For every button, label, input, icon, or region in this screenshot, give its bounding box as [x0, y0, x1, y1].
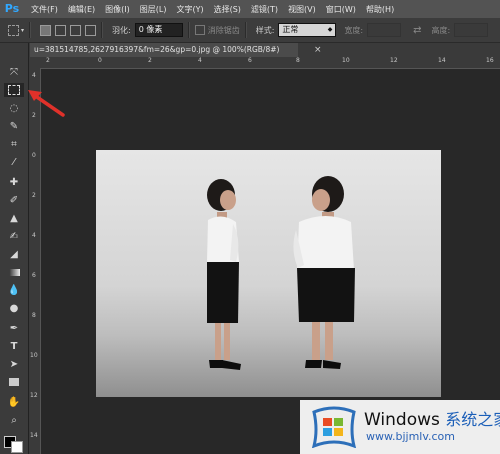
height-label: 高度: — [431, 25, 451, 35]
close-icon[interactable]: × — [314, 43, 322, 57]
ruler-label: 2 — [46, 57, 50, 64]
ruler-label: 2 — [148, 57, 152, 64]
ruler-label: 6 — [32, 272, 36, 279]
menu-type[interactable]: 文字(Y) — [176, 4, 203, 15]
ruler-label: 0 — [98, 57, 102, 64]
add-selection-icon[interactable] — [55, 24, 67, 36]
path-select-icon[interactable]: ➤ — [4, 357, 24, 371]
ruler-label: 4 — [198, 57, 202, 64]
feather-input[interactable]: 0 像素 — [134, 23, 183, 37]
divider — [29, 22, 32, 38]
document-tab[interactable]: u=381514785,2627916397&fm=26&gp=0.jpg @ … — [30, 43, 298, 57]
watermark-url: www.bjjmlv.com — [366, 430, 455, 443]
ruler-label: 6 — [248, 57, 252, 64]
gradient-icon[interactable] — [4, 265, 24, 279]
blur-icon[interactable]: 💧 — [4, 283, 24, 297]
ruler-label: 12 — [30, 392, 38, 399]
ruler-label: 8 — [32, 312, 36, 319]
chevron-down-icon[interactable]: ▾ — [21, 27, 24, 34]
background-color-swatch[interactable] — [11, 441, 23, 453]
rect-marquee-icon[interactable] — [4, 83, 24, 97]
ruler-label: 14 — [30, 432, 38, 439]
history-brush-icon[interactable]: ✍ — [4, 229, 24, 243]
brush-icon[interactable]: ✐ — [4, 193, 24, 207]
move-icon[interactable]: ⤧ — [4, 65, 24, 79]
antialias-label: 消除锯齿 — [207, 25, 240, 35]
hand-icon[interactable]: ✋ — [4, 395, 24, 409]
eyedropper-icon[interactable]: ⁄ — [4, 155, 24, 169]
style-value: 正常 — [282, 25, 299, 34]
ruler-label: 10 — [30, 352, 38, 359]
menu-help[interactable]: 帮助(H) — [366, 4, 394, 15]
divider — [101, 22, 104, 38]
document-tab-bar: u=381514785,2627916397&fm=26&gp=0.jpg @ … — [29, 43, 500, 57]
width-label: 宽度: — [344, 25, 364, 35]
type-icon[interactable]: T — [4, 339, 24, 353]
watermark-title-cn: 系统之家 — [445, 410, 500, 429]
swap-icon[interactable]: ⇄ — [413, 25, 421, 36]
dodge-icon[interactable]: ● — [4, 301, 24, 315]
menu-bar: Ps 文件(F) 编辑(E) 图像(I) 图层(L) 文字(Y) 选择(S) 滤… — [0, 0, 500, 18]
stamp-icon[interactable]: ▲ — [4, 211, 24, 225]
photoshop-logo: Ps — [4, 2, 20, 15]
ruler-label: 4 — [32, 232, 36, 239]
crop-icon[interactable]: ⌗ — [4, 137, 24, 151]
divider — [244, 22, 247, 38]
ruler-label: 14 — [438, 57, 446, 64]
watermark-title: Windows 系统之家 — [364, 406, 500, 430]
style-label: 样式: — [255, 25, 275, 35]
arrow-shaft — [32, 93, 65, 117]
divider — [187, 22, 190, 38]
ruler-label: 2 — [32, 192, 36, 199]
healing-icon[interactable]: ✚ — [4, 175, 24, 189]
pen-icon[interactable]: ✒ — [4, 321, 24, 335]
menu-layer[interactable]: 图层(L) — [140, 4, 167, 15]
width-input[interactable] — [367, 23, 402, 37]
watermark: Windows 系统之家 www.bjjmlv.com — [300, 400, 500, 454]
height-input[interactable] — [454, 23, 489, 37]
intersect-selection-icon[interactable] — [85, 24, 97, 36]
zoom-icon[interactable]: ⌕ — [4, 413, 24, 427]
watermark-title-en: Windows — [364, 410, 440, 430]
ruler-label: 12 — [390, 57, 398, 64]
ruler-label: 8 — [296, 57, 300, 64]
style-select[interactable]: 正常 ◆ — [278, 23, 337, 37]
photo-background — [96, 150, 441, 397]
eraser-icon[interactable]: ◢ — [4, 247, 24, 261]
feather-label: 羽化: — [112, 25, 131, 35]
menu-edit[interactable]: 编辑(E) — [68, 4, 95, 15]
windows-logo-icon — [311, 406, 357, 448]
ruler-origin[interactable] — [29, 57, 40, 68]
options-bar: ▾ 羽化: 0 像素 消除锯齿 样式: 正常 ◆ 宽度: ⇄ 高度: — [0, 18, 500, 43]
document-image[interactable] — [96, 150, 441, 397]
antialias-checkbox[interactable] — [194, 25, 205, 35]
horizontal-ruler[interactable]: 2 0 2 4 6 8 10 12 14 16 — [40, 57, 500, 69]
ruler-label: 16 — [486, 57, 494, 64]
menu-image[interactable]: 图像(I) — [105, 4, 130, 15]
chevron-down-icon: ◆ — [327, 26, 333, 33]
ruler-label: 0 — [32, 152, 36, 159]
quick-select-icon[interactable]: ✎ — [4, 119, 24, 133]
subtract-selection-icon[interactable] — [70, 24, 82, 36]
menu-select[interactable]: 选择(S) — [214, 4, 241, 15]
annotation-arrow — [28, 90, 65, 117]
vertical-ruler[interactable]: 4 2 0 2 4 6 8 10 12 14 — [29, 68, 41, 454]
new-selection-icon[interactable] — [40, 24, 52, 36]
shape-icon[interactable] — [4, 375, 24, 389]
lasso-icon[interactable]: ◌ — [4, 101, 24, 115]
menu-window[interactable]: 窗口(W) — [326, 4, 356, 15]
menu-filter[interactable]: 滤镜(T) — [251, 4, 278, 15]
menu-file[interactable]: 文件(F) — [31, 4, 58, 15]
menu-view[interactable]: 视图(V) — [288, 4, 316, 15]
tool-preset-icon[interactable] — [8, 24, 19, 36]
ruler-label: 10 — [342, 57, 350, 64]
ruler-label: 4 — [32, 72, 36, 79]
